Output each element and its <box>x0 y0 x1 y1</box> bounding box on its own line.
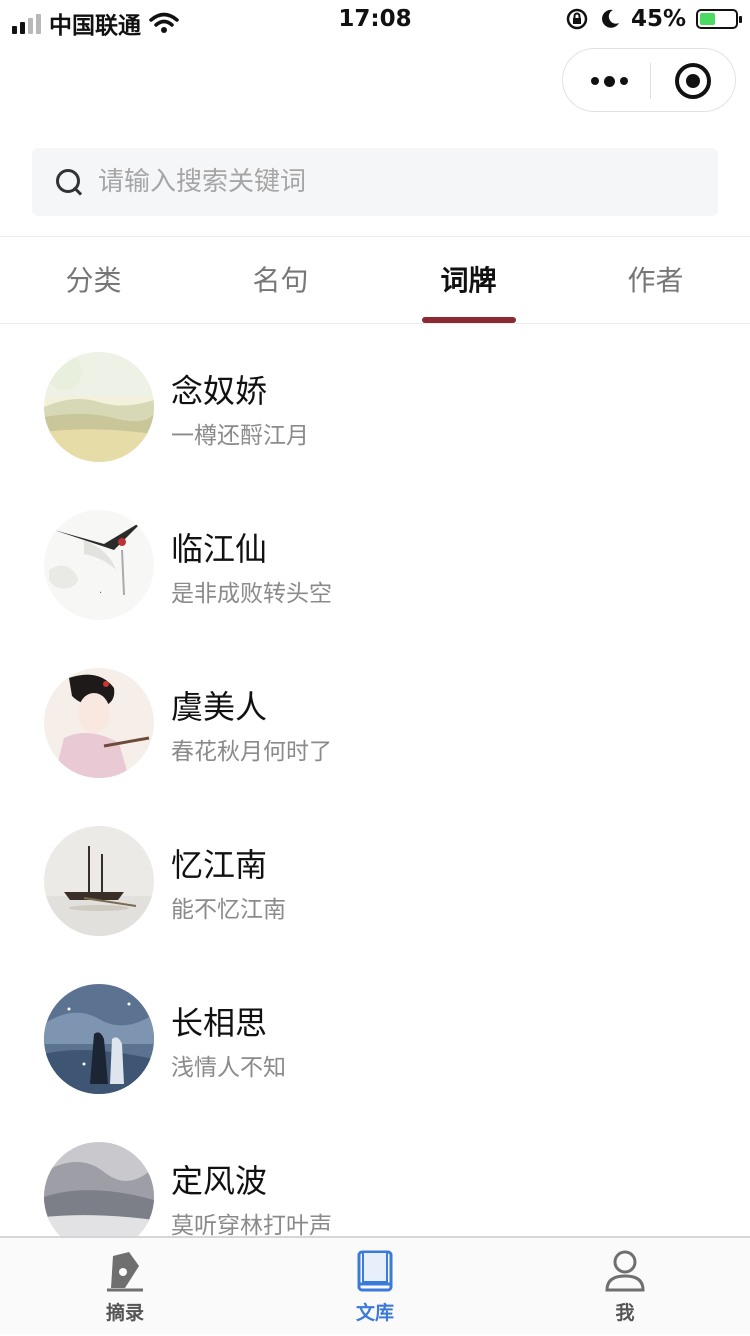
capsule-menu <box>562 48 736 112</box>
item-thumbnail <box>44 352 154 462</box>
tab-authors[interactable]: 作者 <box>562 237 749 325</box>
book-icon <box>357 1250 393 1292</box>
search-bar <box>32 148 718 216</box>
tabbar-item-me[interactable]: 我 <box>500 1238 750 1336</box>
list-item[interactable]: 虞美人 春花秋月何时了 <box>0 668 750 826</box>
item-subtitle: 能不忆江南 <box>171 897 286 923</box>
item-thumbnail <box>44 668 154 778</box>
item-title: 忆江南 <box>171 846 268 884</box>
pen-nib-icon <box>107 1252 143 1292</box>
item-title: 虞美人 <box>171 688 268 726</box>
list-item[interactable]: 长相思 浅情人不知 <box>0 984 750 1142</box>
battery-icon <box>696 9 742 29</box>
tabbar-item-excerpts[interactable]: 摘录 <box>0 1238 250 1336</box>
list-item[interactable]: · 临江仙 是非成败转头空 <box>0 510 750 668</box>
search-input[interactable] <box>98 152 678 212</box>
item-thumbnail <box>44 1142 154 1236</box>
category-tabs: 分类 名句 词牌 作者 <box>0 236 750 324</box>
status-right: 45% <box>565 6 742 32</box>
item-title: 定风波 <box>171 1162 268 1200</box>
active-tab-indicator <box>422 317 516 323</box>
item-thumbnail <box>44 826 154 936</box>
status-bar: 中国联通 17:08 45% <box>0 0 750 40</box>
item-subtitle: 是非成败转头空 <box>171 581 332 607</box>
item-subtitle: 浅情人不知 <box>171 1055 286 1081</box>
list-item[interactable]: 念奴娇 一樽还酹江月 <box>0 352 750 510</box>
user-icon <box>605 1250 645 1292</box>
item-subtitle: 莫听穿林打叶声 <box>171 1213 332 1236</box>
more-icon[interactable] <box>587 49 631 113</box>
cipai-list: 念奴娇 一樽还酹江月 · 临江仙 是非成败转头空 虞美人 春花秋月何时了 忆江南… <box>0 324 750 1236</box>
tabbar-item-library[interactable]: 文库 <box>250 1238 500 1336</box>
item-thumbnail <box>44 984 154 1094</box>
item-thumbnail: · <box>44 510 154 620</box>
item-subtitle: 一樽还酹江月 <box>171 423 309 449</box>
item-title: 长相思 <box>171 1004 268 1042</box>
tabbar-label: 我 <box>615 1302 635 1324</box>
tabbar-label: 摘录 <box>105 1302 144 1324</box>
moon-icon <box>601 9 619 28</box>
list-item[interactable]: 忆江南 能不忆江南 <box>0 826 750 984</box>
tabbar-label: 文库 <box>355 1302 394 1324</box>
tab-quotes[interactable]: 名句 <box>187 237 374 325</box>
item-title: 念奴娇 <box>171 372 268 410</box>
item-title: 临江仙 <box>171 530 268 568</box>
tab-cipai[interactable]: 词牌 <box>375 237 562 325</box>
svg-text:·: · <box>99 588 102 599</box>
tab-category[interactable]: 分类 <box>0 237 187 325</box>
orientation-lock-icon <box>566 8 588 30</box>
item-subtitle: 春花秋月何时了 <box>171 739 332 765</box>
capsule-divider <box>650 63 651 99</box>
search-icon <box>54 167 84 197</box>
bottom-tabbar: 摘录 文库 我 <box>0 1236 750 1334</box>
close-miniprogram-icon[interactable] <box>675 63 711 99</box>
list-item[interactable]: 定风波 莫听穿林打叶声 <box>0 1142 750 1236</box>
battery-percent: 45% <box>630 6 686 32</box>
